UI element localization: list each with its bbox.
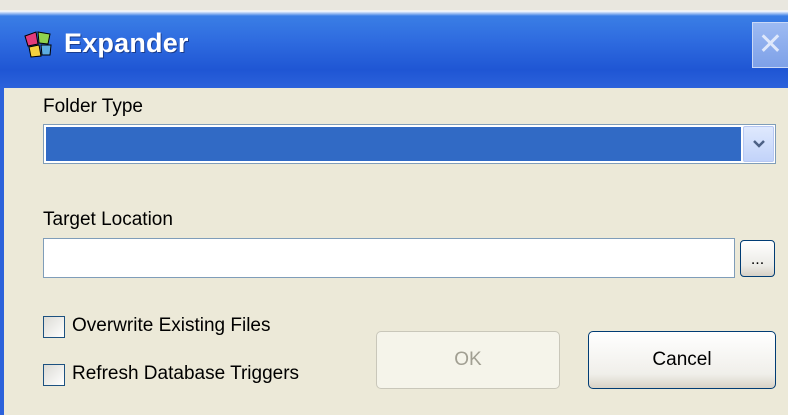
folder-type-dropdown[interactable] bbox=[43, 124, 776, 164]
expander-app-icon bbox=[24, 31, 52, 58]
refresh-triggers-label[interactable]: Refresh Database Triggers bbox=[72, 363, 299, 385]
chevron-down-icon bbox=[753, 140, 765, 148]
target-location-input[interactable] bbox=[43, 238, 735, 278]
cancel-button[interactable]: Cancel bbox=[588, 331, 776, 389]
folder-type-label: Folder Type bbox=[43, 96, 143, 117]
close-button[interactable]: ✕ bbox=[752, 22, 788, 68]
refresh-triggers-checkbox[interactable] bbox=[43, 364, 65, 386]
title-bar[interactable]: Expander ✕ bbox=[0, 0, 788, 88]
overwrite-label[interactable]: Overwrite Existing Files bbox=[72, 315, 271, 337]
folder-type-selected-value bbox=[46, 127, 741, 161]
close-icon: ✕ bbox=[757, 28, 784, 61]
dropdown-button[interactable] bbox=[743, 126, 774, 162]
target-location-label: Target Location bbox=[43, 209, 173, 230]
overwrite-checkbox[interactable] bbox=[43, 316, 65, 338]
window-title: Expander bbox=[64, 28, 189, 58]
browse-button[interactable]: ... bbox=[740, 240, 775, 277]
ok-button[interactable]: OK bbox=[376, 331, 560, 389]
